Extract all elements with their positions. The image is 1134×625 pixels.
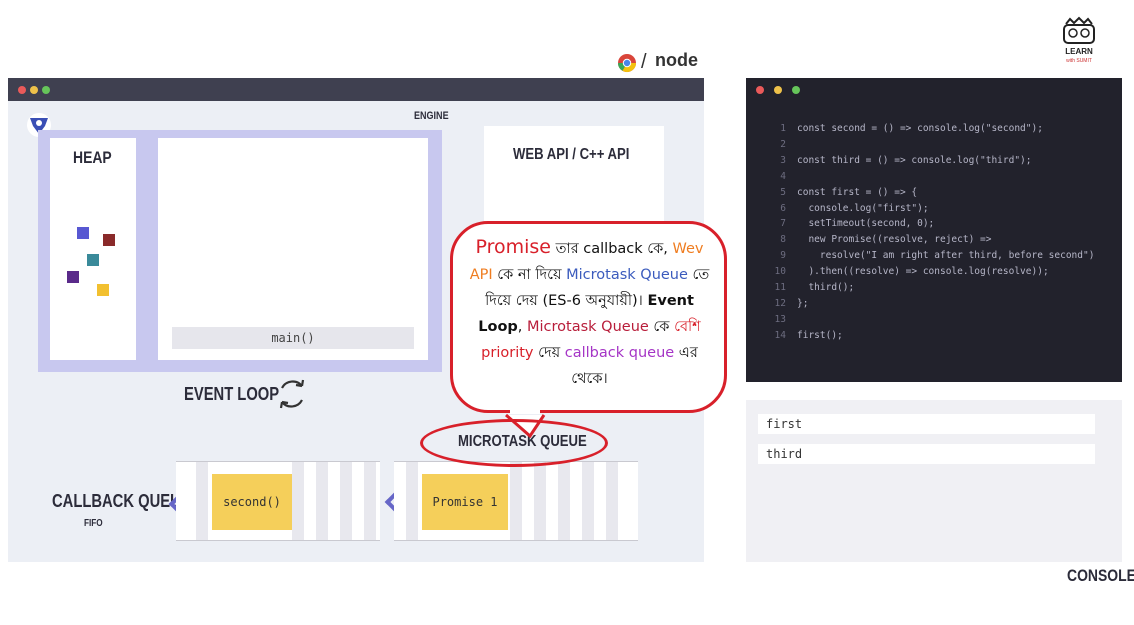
- heap-object: [97, 284, 109, 296]
- slash-separator: /: [641, 51, 647, 73]
- heap-object: [77, 227, 89, 239]
- explanation-callout: Promise তার callback কে, Wev API কে না দ…: [450, 221, 727, 413]
- callout-text-part: ,: [517, 319, 528, 335]
- code-text: ).then((resolve) => console.log(resolve)…: [797, 266, 1049, 278]
- code-line: 2: [746, 139, 1122, 153]
- node-logo: node: [655, 50, 698, 70]
- code-titlebar: [746, 78, 1122, 101]
- code-line: 8 new Promise((resolve, reject) =>: [746, 234, 1122, 248]
- code-line: 9 resolve("I am right after third, befor…: [746, 250, 1122, 264]
- queue-task: second(): [212, 474, 292, 530]
- svg-text:with SUMIT: with SUMIT: [1066, 58, 1092, 64]
- line-number: 14: [774, 329, 786, 341]
- callout-microtask-queue: Microtask Queue: [566, 267, 688, 283]
- learn-logo: LEARN with SUMIT: [1056, 16, 1102, 64]
- line-number: 11: [774, 282, 786, 293]
- callout-microtask-queue: Microtask Queue: [527, 319, 649, 335]
- callout-text-part: দেয়: [533, 345, 565, 361]
- line-number: 8: [780, 234, 786, 246]
- code-text: const second = () => console.log("second…: [797, 123, 1043, 134]
- line-number: 10: [774, 266, 786, 278]
- code-line: 1 const second = () => console.log("secon…: [746, 123, 1122, 137]
- minimize-dot-icon[interactable]: [774, 86, 782, 94]
- chrome-icon: [617, 53, 637, 73]
- maximize-dot-icon[interactable]: [42, 86, 50, 94]
- web-api-label: WEB API / C++ API: [513, 146, 630, 163]
- heap-object: [67, 271, 79, 283]
- heap-object: [103, 234, 115, 246]
- code-text: resolve("I am right after third, before …: [797, 250, 1095, 262]
- line-number: 13: [774, 313, 786, 325]
- heap-label: HEAP: [73, 148, 112, 167]
- line-number: 7: [780, 218, 786, 230]
- microtask-queue-highlight: [420, 419, 608, 467]
- heap-object: [87, 254, 99, 266]
- queue-task: Promise 1: [422, 474, 508, 530]
- line-number: 1: [780, 123, 786, 134]
- event-loop-label: EVENT LOOP: [184, 384, 280, 404]
- code-text: };: [797, 297, 809, 309]
- code-text: console.log("first");: [797, 202, 929, 214]
- callout-promise: Promise: [475, 236, 551, 258]
- console-window: first third: [746, 400, 1122, 562]
- code-line: 14 first();: [746, 330, 1122, 344]
- line-number: 12: [774, 297, 786, 309]
- engine-label: ENGINE: [414, 110, 449, 122]
- console-output-line: third: [758, 444, 1095, 464]
- svg-text:LEARN: LEARN: [1065, 47, 1093, 56]
- heap-area: HEAP: [50, 138, 136, 360]
- code-line: 11 third();: [746, 282, 1122, 296]
- code-line: 10 ).then((resolve) => console.log(resol…: [746, 266, 1122, 280]
- line-number: 4: [780, 170, 786, 182]
- code-line: 13: [746, 314, 1122, 328]
- callout-text: Promise তার callback কে, Wev API কে না দ…: [467, 234, 712, 392]
- callout-text-part: কে: [648, 319, 675, 335]
- callback-queue-sub-label: FIFO: [84, 518, 103, 529]
- code-text: new Promise((resolve, reject) =>: [797, 234, 992, 246]
- engine-titlebar: [8, 78, 704, 101]
- code-line: 7 setTimeout(second, 0);: [746, 218, 1122, 232]
- callout-text-part: কে না দিয়ে: [492, 267, 567, 283]
- code-line: 12};: [746, 298, 1122, 312]
- code-text: const third = () => console.log("third")…: [797, 154, 1032, 166]
- console-label: CONSOLE: [1067, 566, 1134, 585]
- code-text: setTimeout(second, 0);: [797, 218, 935, 230]
- code-text: const first = () => {: [797, 186, 918, 198]
- minimize-dot-icon[interactable]: [30, 86, 38, 94]
- code-text: third();: [797, 282, 855, 293]
- event-loop-icon: [274, 376, 310, 412]
- callout-text-part: তার callback কে,: [551, 241, 673, 257]
- code-line: 6 console.log("first");: [746, 203, 1122, 217]
- line-number: 5: [780, 186, 786, 198]
- learn-logo-icon: LEARN with SUMIT: [1063, 16, 1095, 64]
- close-dot-icon[interactable]: [756, 86, 764, 94]
- code-line: 5 const first = () => {: [746, 187, 1122, 201]
- line-number: 6: [780, 202, 786, 214]
- callback-queue-track: second(): [176, 461, 380, 541]
- callout-callback-queue: callback queue: [564, 345, 675, 361]
- call-stack-frame: main(): [172, 327, 414, 349]
- close-dot-icon[interactable]: [18, 86, 26, 94]
- console-output-line: first: [758, 414, 1095, 434]
- code-text: first();: [797, 329, 843, 341]
- line-number: 2: [780, 138, 786, 150]
- line-number: 9: [780, 250, 786, 262]
- microtask-queue-track: Promise 1: [394, 461, 638, 541]
- line-number: 3: [780, 154, 786, 166]
- code-editor-window: 1 const second = () => console.log("secon…: [746, 78, 1122, 382]
- code-line: 3 const third = () => console.log("third"…: [746, 155, 1122, 169]
- maximize-dot-icon[interactable]: [792, 86, 800, 94]
- code-line: 4: [746, 171, 1122, 185]
